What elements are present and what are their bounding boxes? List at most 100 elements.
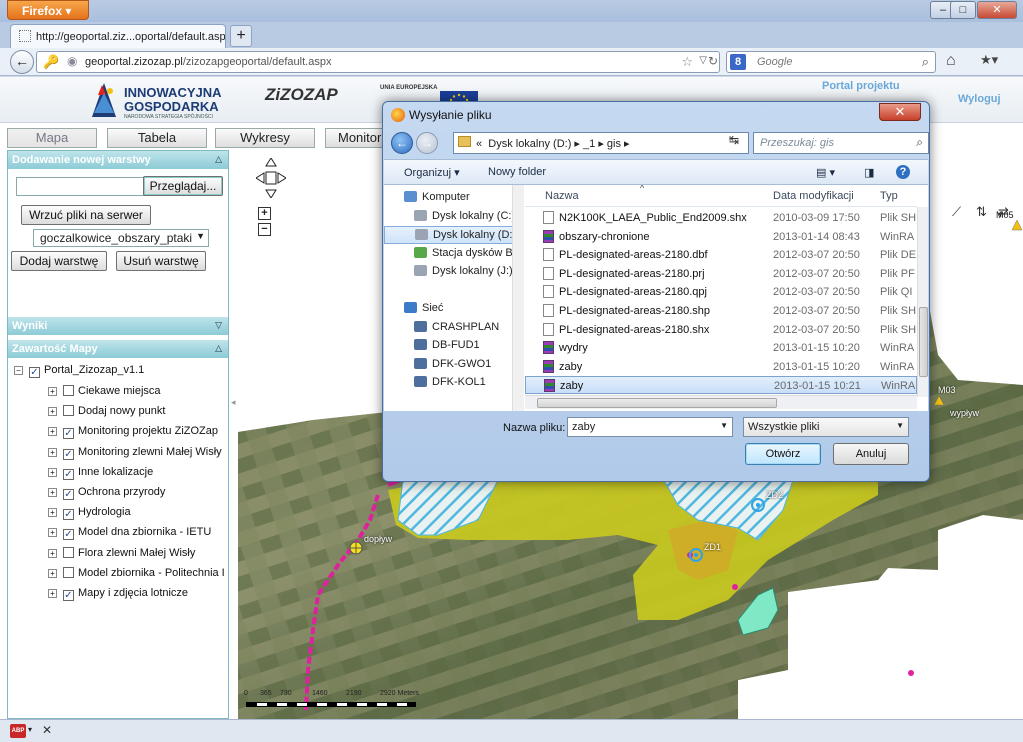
expand-down-icon[interactable]: ▽ <box>215 320 222 331</box>
nav-item[interactable]: CRASHPLAN <box>384 319 514 337</box>
tree-expand-icon[interactable]: + <box>48 548 57 558</box>
root-checkbox[interactable]: ✓ <box>29 367 40 378</box>
forward-arrow-icon[interactable]: → <box>416 132 438 154</box>
bookmark-star-icon[interactable]: ☆ <box>681 54 693 70</box>
google-icon[interactable]: 8 <box>730 54 746 70</box>
tree-item[interactable]: + Dodaj nowy punkt <box>48 405 165 423</box>
vertical-scrollbar[interactable] <box>917 207 928 397</box>
file-row[interactable]: PL-designated-areas-2180.dbf 2012-03-07 2… <box>525 246 917 264</box>
nav-item[interactable]: DB-FUD1 <box>384 337 514 355</box>
tree-item[interactable]: + ✓ Ochrona przyrody <box>48 486 165 504</box>
file-path-input[interactable] <box>16 177 146 196</box>
tree-expand-icon[interactable]: + <box>48 488 57 497</box>
file-row[interactable]: PL-designated-areas-2180.prj 2012-03-07 2… <box>525 265 917 283</box>
nav-item[interactable]: Dysk lokalny (D:) <box>384 226 516 244</box>
file-row[interactable]: PL-designated-areas-2180.shp 2012-03-07 2… <box>525 302 917 320</box>
nav-item[interactable]: Sieć <box>384 300 514 318</box>
scroll-thumb[interactable] <box>919 307 928 377</box>
search-icon[interactable]: ⌕ <box>922 54 929 70</box>
search-bar[interactable]: 8 Google ⌕ <box>726 51 936 73</box>
file-row[interactable]: obszary-chronione 2013-01-14 08:43 WinRA <box>525 228 917 246</box>
dialog-close-button[interactable]: ✕ <box>879 103 921 121</box>
layer-checkbox[interactable] <box>63 405 74 417</box>
identity-key-icon[interactable]: 🔑 <box>43 54 59 70</box>
tree-expand-icon[interactable]: + <box>48 427 57 437</box>
add-layer-header[interactable]: Dodawanie nowej warstwy △ <box>8 151 228 169</box>
chevron-down-icon[interactable]: ▼ <box>720 421 728 430</box>
tree-expand-icon[interactable]: + <box>48 568 57 578</box>
tree-expand-icon[interactable]: + <box>48 387 57 396</box>
layer-checkbox[interactable]: ✓ <box>63 529 74 541</box>
file-row[interactable]: wydry 2013-01-15 10:20 WinRA <box>525 339 917 357</box>
tree-item[interactable]: + ✓ Monitoring zlewni Małej Wisły <box>48 446 222 464</box>
filename-input[interactable]: zaby ▼ <box>567 417 733 437</box>
tree-item[interactable]: + ✓ Model dna zbiornika - IETU <box>48 526 211 544</box>
layer-checkbox[interactable]: ✓ <box>63 468 74 480</box>
portal-project-link[interactable]: Portal projektu <box>822 80 900 92</box>
zoom-in-button[interactable]: + <box>258 207 271 220</box>
tab-table[interactable]: Tabela <box>107 128 207 148</box>
breadcrumb[interactable]: « Dysk lokalny (D:) ▸ _1 ▸ gis ▸ <box>453 132 749 154</box>
filetype-select[interactable]: Wszystkie pliki ▼ <box>743 417 909 437</box>
layer-checkbox[interactable]: ✓ <box>63 489 74 500</box>
layer-checkbox[interactable]: ✓ <box>63 428 74 440</box>
cancel-button[interactable]: Anuluj <box>833 443 909 465</box>
url-dropdown-icon[interactable]: ▽ <box>699 55 707 66</box>
nav-item[interactable]: DFK-KOL1 <box>384 374 514 392</box>
tree-item[interactable]: + Ciekawe miejsca <box>48 385 161 403</box>
adblock-dropdown-icon[interactable]: ▾ <box>28 725 32 734</box>
nav-item[interactable]: Stacja dysków BD <box>384 245 521 263</box>
add-layer-button[interactable]: Dodaj warstwę <box>11 251 107 271</box>
nav-item[interactable]: Dysk lokalny (J:) <box>384 263 514 281</box>
firefox-menu-button[interactable]: Firefox ▾ <box>7 0 89 20</box>
nav-item[interactable]: Dysk lokalny (C:) <box>384 208 515 226</box>
zoom-out-button[interactable]: − <box>258 223 271 236</box>
scroll-thumb[interactable] <box>537 398 777 408</box>
layer-checkbox[interactable]: ✓ <box>63 509 74 521</box>
file-row[interactable]: N2K100K_LAEA_Public_End2009.shx 2010-03-0… <box>525 209 917 227</box>
maximize-icon[interactable]: □ <box>950 1 976 19</box>
file-row[interactable]: zaby 2013-01-15 10:20 WinRA <box>525 358 917 376</box>
layer-checkbox[interactable] <box>63 385 74 396</box>
logout-link[interactable]: Wyloguj <box>958 93 1001 105</box>
column-type[interactable]: Typ <box>880 190 898 202</box>
tree-item[interactable]: + Model zbiornika - Politechnia I <box>48 566 225 585</box>
layer-checkbox[interactable]: ✓ <box>63 448 74 460</box>
tree-expand-icon[interactable]: + <box>48 407 57 417</box>
remove-layer-button[interactable]: Usuń warstwę <box>116 251 206 271</box>
file-row[interactable]: zaby 2013-01-15 10:21 WinRA <box>525 376 917 395</box>
tree-expand-icon[interactable]: + <box>48 589 57 598</box>
url-bar[interactable]: 🔑 ◉ geoportal.zizozap.pl/zizozapgeoporta… <box>36 51 720 73</box>
tree-expand-icon[interactable]: + <box>48 447 57 457</box>
tree-root[interactable]: − ✓ Portal_Zizozap_v1.1 <box>14 364 144 382</box>
map-content-header[interactable]: Zawartość Mapy △ <box>8 340 228 358</box>
file-row[interactable]: PL-designated-areas-2180.shx 2012-03-07 2… <box>525 321 917 339</box>
search-icon[interactable]: ⌕ <box>916 135 923 150</box>
adblock-icon[interactable]: ABP <box>10 724 26 738</box>
tree-item[interactable]: + ✓ Monitoring projektu ZiZOZap <box>48 425 218 443</box>
layer-checkbox[interactable]: ✓ <box>63 590 74 601</box>
window-close-icon[interactable]: ✕ <box>977 1 1017 19</box>
horizontal-scrollbar[interactable] <box>525 395 917 409</box>
tree-item[interactable]: + ✓ Hydrologia <box>48 506 131 524</box>
tab-monitoring[interactable]: Monitori <box>325 128 385 148</box>
breadcrumb-folder-gis[interactable]: gis <box>607 138 621 150</box>
view-options-icon[interactable]: ▤ ▾ <box>816 166 835 179</box>
back-arrow-icon[interactable]: ← <box>391 132 413 154</box>
nav-item[interactable]: Komputer <box>384 189 514 207</box>
tools-menu-icon[interactable]: ★▾ <box>980 52 998 68</box>
tab-map[interactable]: Mapa <box>7 128 97 148</box>
column-date[interactable]: Data modyfikacji <box>773 190 854 202</box>
browse-button[interactable]: Przeglądaj... <box>143 176 223 196</box>
tree-expand-icon[interactable]: + <box>48 508 57 518</box>
close-icon[interactable]: ✕ <box>42 723 52 737</box>
tree-item[interactable]: + ✓ Mapy i zdjęcia lotnicze <box>48 587 188 605</box>
help-icon[interactable]: ? <box>896 165 910 179</box>
layer-checkbox[interactable] <box>63 566 74 578</box>
open-button[interactable]: Otwórz <box>745 443 821 465</box>
results-header[interactable]: Wyniki ▽ <box>8 317 228 335</box>
tab-charts[interactable]: Wykresy <box>215 128 315 148</box>
tree-expand-icon[interactable]: + <box>48 467 57 477</box>
layer-select[interactable]: goczalkowice_obszary_ptaki ▼ <box>33 229 209 247</box>
layer-checkbox[interactable] <box>63 546 74 558</box>
